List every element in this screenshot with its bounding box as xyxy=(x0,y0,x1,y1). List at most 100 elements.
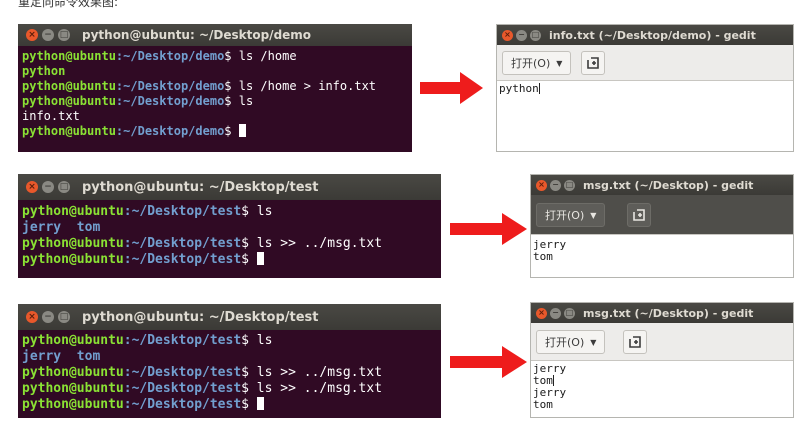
window-title: msg.txt (~/Desktop) - gedit xyxy=(583,306,754,320)
prompt-dollar: $ xyxy=(241,252,249,267)
command-text: ls >> ../msg.txt xyxy=(248,236,383,251)
terminal-cursor xyxy=(256,397,264,410)
terminal-output[interactable]: python@ubuntu:~/Desktop/test$ ls jerry t… xyxy=(22,333,441,413)
terminal-cursor xyxy=(256,252,264,265)
prompt-dollar: $ xyxy=(241,236,249,251)
gedit-titlebar[interactable]: × − □ msg.txt (~/Desktop) - gedit xyxy=(531,303,793,323)
prompt-user: python@ubuntu xyxy=(22,49,116,63)
terminal-window[interactable]: × − □ python@ubuntu: ~/Desktop/test pyth… xyxy=(18,174,441,278)
prompt-user: python@ubuntu xyxy=(22,397,124,412)
right-arrow-icon xyxy=(450,213,527,245)
prompt-path: :~/Desktop/demo xyxy=(115,124,225,138)
text-editor-area[interactable]: python xyxy=(499,83,793,95)
maximize-icon[interactable]: □ xyxy=(564,179,575,191)
minimize-icon[interactable]: − xyxy=(42,311,54,323)
maximize-icon[interactable]: □ xyxy=(530,29,541,41)
right-arrow-icon xyxy=(420,72,483,104)
text-cursor xyxy=(552,375,554,386)
terminal-titlebar[interactable]: × − □ python@ubuntu: ~/Desktop/test xyxy=(18,304,441,330)
prompt-path: :~/Desktop/test xyxy=(123,333,242,348)
gedit-toolbar: 打开(O) ▼ xyxy=(531,323,793,361)
terminal-window[interactable]: × − □ python@ubuntu: ~/Desktop/demo pyth… xyxy=(18,24,412,152)
terminal-line: python@ubuntu:~/Desktop/test$ ls xyxy=(22,204,441,220)
new-tab-button[interactable] xyxy=(627,203,651,227)
gedit-window[interactable]: × − □ msg.txt (~/Desktop) - gedit 打开(O) … xyxy=(530,174,794,278)
terminal-line: python@ubuntu:~/Desktop/test$ xyxy=(22,252,441,268)
chevron-down-icon: ▼ xyxy=(590,337,597,347)
minimize-icon[interactable]: − xyxy=(42,29,54,41)
minimize-icon[interactable]: − xyxy=(42,181,54,193)
prompt-dollar: $ xyxy=(241,333,249,348)
editor-line: jerry xyxy=(533,362,567,375)
text-editor-area[interactable]: jerry tom xyxy=(533,239,793,263)
maximize-icon[interactable]: □ xyxy=(58,181,70,193)
terminal-output-line: info.txt xyxy=(22,109,80,123)
new-tab-button[interactable] xyxy=(623,330,647,354)
command-text: ls >> ../msg.txt xyxy=(248,381,383,396)
maximize-icon[interactable]: □ xyxy=(564,307,575,319)
open-button-label: 打开(O) xyxy=(545,336,585,349)
close-icon[interactable]: × xyxy=(536,179,547,191)
terminal-output-line: jerry tom xyxy=(22,349,101,364)
terminal-window[interactable]: × − □ python@ubuntu: ~/Desktop/test pyth… xyxy=(18,304,441,418)
open-button-label: 打开(O) xyxy=(511,57,551,70)
terminal-line: python@ubuntu:~/Desktop/test$ ls >> ../m… xyxy=(22,236,441,252)
prompt-dollar: $ xyxy=(241,397,249,412)
terminal-titlebar[interactable]: × − □ python@ubuntu: ~/Desktop/demo xyxy=(18,24,412,46)
prompt-dollar: $ xyxy=(241,365,249,380)
close-icon[interactable]: × xyxy=(536,307,547,319)
command-text: ls /home > info.txt xyxy=(231,79,377,93)
prompt-user: python@ubuntu xyxy=(22,365,124,380)
prompt-user: python@ubuntu xyxy=(22,94,116,108)
maximize-icon[interactable]: □ xyxy=(58,311,70,323)
terminal-output[interactable]: python@ubuntu:~/Desktop/demo$ ls /home p… xyxy=(22,49,412,139)
command-text: ls xyxy=(248,333,273,348)
terminal-output[interactable]: python@ubuntu:~/Desktop/test$ ls jerry t… xyxy=(22,204,441,268)
prompt-path: :~/Desktop/test xyxy=(123,204,242,219)
editor-line: python xyxy=(499,83,793,95)
terminal-line: python@ubuntu:~/Desktop/demo$ ls /home >… xyxy=(22,79,412,94)
open-button[interactable]: 打开(O) ▼ xyxy=(502,51,572,75)
open-button[interactable]: 打开(O) ▼ xyxy=(536,330,606,354)
command-text xyxy=(249,397,257,412)
terminal-cursor xyxy=(238,124,246,137)
minimize-icon[interactable]: − xyxy=(550,307,561,319)
command-text xyxy=(232,124,239,138)
close-icon[interactable]: × xyxy=(26,29,38,41)
close-icon[interactable]: × xyxy=(502,29,513,41)
window-title: python@ubuntu: ~/Desktop/test xyxy=(82,179,319,195)
prompt-dollar: $ xyxy=(241,381,249,396)
minimize-icon[interactable]: − xyxy=(516,29,527,41)
text-cursor xyxy=(538,83,540,94)
terminal-output-line: python xyxy=(22,64,66,78)
gedit-titlebar[interactable]: × − □ msg.txt (~/Desktop) - gedit xyxy=(531,175,793,195)
new-tab-icon xyxy=(587,57,599,69)
close-icon[interactable]: × xyxy=(26,311,38,323)
prompt-user: python@ubuntu xyxy=(22,333,124,348)
gedit-window[interactable]: × − □ msg.txt (~/Desktop) - gedit 打开(O) … xyxy=(530,302,794,418)
command-text: ls >> ../msg.txt xyxy=(248,365,383,380)
new-tab-icon xyxy=(633,209,645,221)
gedit-window[interactable]: × − □ info.txt (~/Desktop/demo) - gedit … xyxy=(496,24,794,152)
open-button-label: 打开(O) xyxy=(545,209,585,222)
prompt-dollar: $ xyxy=(241,204,249,219)
right-arrow-icon xyxy=(450,346,527,378)
editor-line: tom xyxy=(533,375,793,387)
prompt-path: :~/Desktop/test xyxy=(123,365,242,380)
terminal-titlebar[interactable]: × − □ python@ubuntu: ~/Desktop/test xyxy=(18,174,441,200)
terminal-line: python@ubuntu:~/Desktop/test$ ls >> ../m… xyxy=(22,365,441,381)
prompt-path: :~/Desktop/demo xyxy=(115,79,225,93)
gedit-titlebar[interactable]: × − □ info.txt (~/Desktop/demo) - gedit xyxy=(497,25,793,45)
new-tab-button[interactable] xyxy=(581,51,605,75)
prompt-path: :~/Desktop/test xyxy=(123,236,242,251)
terminal-line: python@ubuntu:~/Desktop/test$ ls xyxy=(22,333,441,349)
open-button[interactable]: 打开(O) ▼ xyxy=(536,203,606,227)
terminal-line: python@ubuntu:~/Desktop/demo$ ls xyxy=(22,94,412,109)
minimize-icon[interactable]: − xyxy=(550,179,561,191)
maximize-icon[interactable]: □ xyxy=(58,29,70,41)
editor-line: tom xyxy=(533,398,553,411)
close-icon[interactable]: × xyxy=(26,181,38,193)
command-text: ls xyxy=(248,204,273,219)
prompt-dollar: $ xyxy=(224,94,232,108)
text-editor-area[interactable]: jerry tom jerry tom xyxy=(533,363,793,411)
